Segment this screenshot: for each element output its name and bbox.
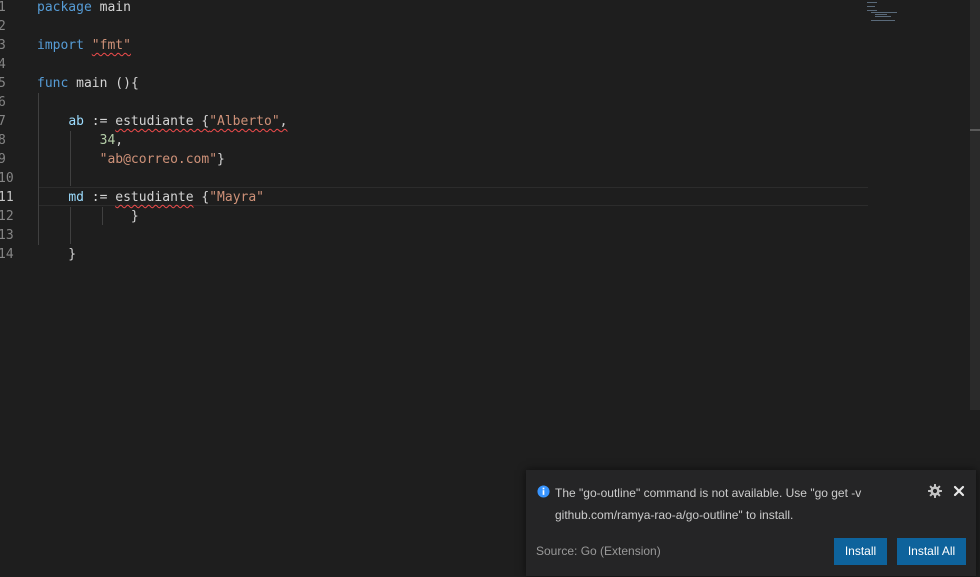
code-token: "Mayra" [209,190,265,205]
code-text[interactable]: 34, [37,131,123,150]
close-icon[interactable] [951,483,967,499]
code-line[interactable]: 1 package main [0,0,868,17]
code-line[interactable]: 4 [0,55,868,74]
gear-icon[interactable] [927,483,943,499]
code-line[interactable]: 14 } [0,245,868,264]
code-token: } [37,209,139,224]
code-line[interactable]: 3 import "fmt" [0,36,868,55]
error-token: "Alberto" [209,114,280,129]
info-icon [537,485,550,498]
code-text[interactable]: ab := estudiante {"Alberto", [37,112,287,131]
error-token: estudiante { [115,114,210,129]
code-text[interactable]: "ab@correo.com"} [37,150,225,169]
error-token: "fmt" [91,38,131,53]
minimap[interactable] [866,2,906,24]
code-token: main () [68,76,131,91]
line-number: 12 [0,209,14,224]
code-token: "ab@correo.com" [99,152,218,167]
line-number: 2 [0,19,6,34]
line-number: 1 [0,0,6,15]
code-token: func [37,76,69,91]
code-line[interactable]: 2 [0,17,868,36]
code-token: { [193,190,210,205]
install-all-button[interactable]: Install All [897,538,966,565]
code-line[interactable]: 7 ab := estudiante {"Alberto", [0,112,868,131]
line-number: 5 [0,76,6,91]
code-line[interactable]: 13 [0,226,868,245]
code-text[interactable]: package main [37,0,131,17]
code-line[interactable]: 8 34, [0,131,868,150]
code-line[interactable]: 10 [0,169,868,188]
code-line[interactable]: 6 [0,93,868,112]
code-token: := [83,114,116,129]
code-line[interactable]: 11 md := estudiante {"Mayra" [0,188,868,207]
code-token: { [130,76,139,91]
code-line[interactable]: 12 } [0,207,868,226]
code-token: package [37,0,92,15]
line-number: 9 [0,152,6,167]
code-token: , [115,133,124,148]
code-token: import [37,38,84,53]
line-number: 7 [0,114,6,129]
notification-source: Source: Go (Extension) [536,544,661,558]
line-number: 6 [0,95,6,110]
code-token: ab [68,114,84,129]
install-button[interactable]: Install [834,538,887,565]
error-token: estudiante [115,190,194,205]
code-token: := [83,190,116,205]
code-line[interactable]: 9 "ab@correo.com"} [0,150,868,169]
code-token: } [37,247,77,262]
line-number: 11 [0,190,14,205]
notification-toast: The "go-outline" command is not availabl… [526,470,976,576]
code-token: md [68,190,84,205]
code-token: 34 [99,133,116,148]
code-text[interactable]: } [37,207,139,226]
line-number: 13 [0,228,14,243]
line-number: 3 [0,38,6,53]
code-text[interactable]: import "fmt" [37,36,131,55]
vertical-scrollbar[interactable] [970,0,980,410]
code-token: } [217,152,225,167]
line-number: 8 [0,133,6,148]
scrollbar-cursor-marker [970,129,980,131]
notification-message: The "go-outline" command is not availabl… [555,486,862,522]
code-line[interactable]: 5 func main (){ [0,74,868,93]
code-text[interactable]: } [37,245,76,264]
error-token: , [279,114,288,129]
line-number: 14 [0,247,14,262]
line-number: 10 [0,171,14,186]
code-text[interactable]: func main (){ [37,74,139,93]
line-number: 4 [0,57,6,72]
code-text[interactable]: md := estudiante {"Mayra" [37,188,264,207]
code-token: main [91,0,131,15]
